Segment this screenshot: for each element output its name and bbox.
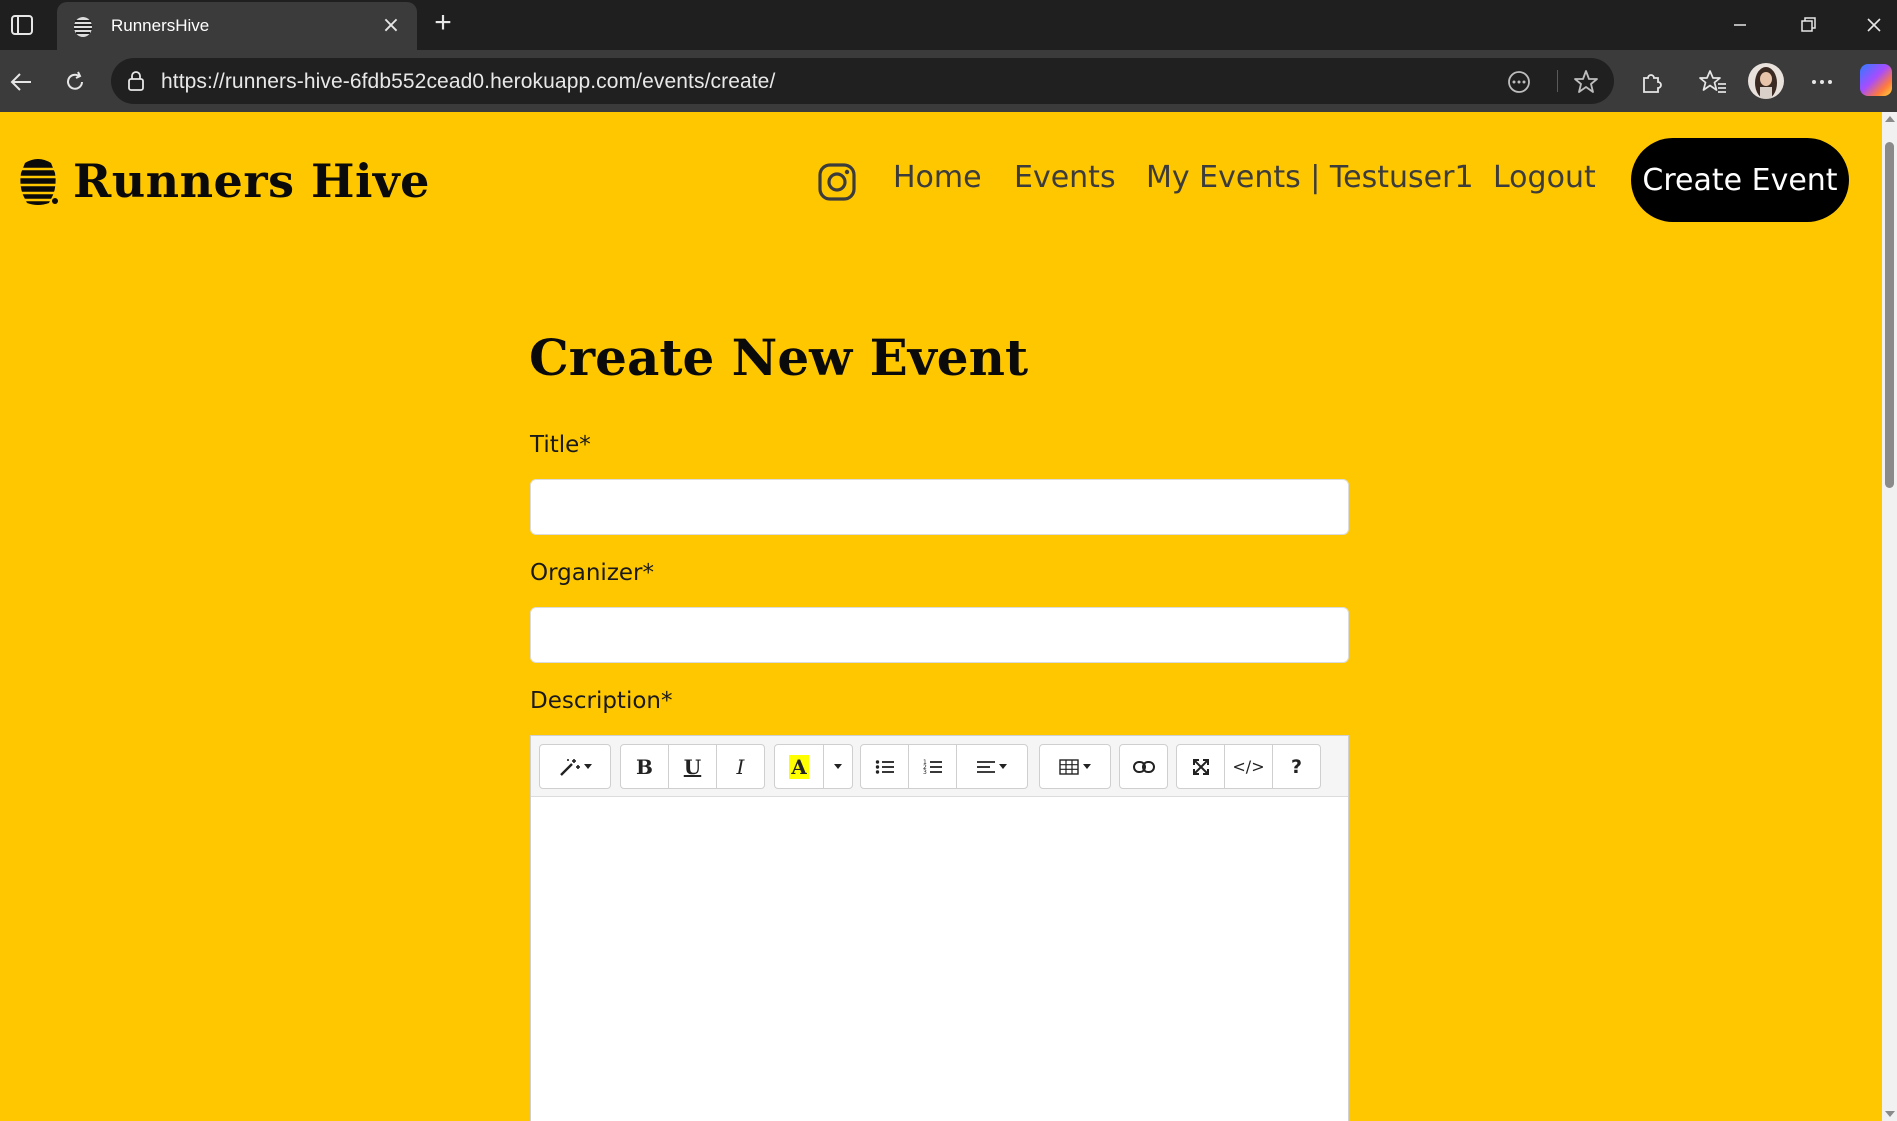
title-input[interactable] — [530, 479, 1349, 535]
scroll-down-arrow-icon[interactable] — [1885, 1111, 1895, 1117]
new-tab-button[interactable]: + — [428, 8, 458, 38]
fullscreen-button[interactable] — [1176, 744, 1225, 789]
site-info-icon[interactable] — [125, 70, 147, 92]
tab-title: RunnersHive — [111, 16, 210, 35]
bold-button[interactable]: B — [620, 744, 669, 789]
copilot-icon[interactable] — [1860, 64, 1892, 96]
page-content: Runners Hive Home Events My Events | Tes… — [0, 112, 1882, 1121]
color-a-icon: A — [789, 754, 809, 779]
nav-events-link[interactable]: Events — [1014, 160, 1116, 195]
more-options-icon[interactable] — [1806, 66, 1838, 98]
table-button-group — [1039, 744, 1111, 789]
numbered-list-icon: 123 — [923, 759, 942, 775]
extensions-icon[interactable] — [1636, 66, 1668, 98]
organizer-input[interactable] — [530, 607, 1349, 663]
description-rich-text-editor: B U I A 123 </> ? — [530, 735, 1349, 1121]
instagram-icon[interactable] — [817, 162, 857, 202]
svg-text:3: 3 — [923, 769, 927, 775]
reload-icon[interactable] — [58, 65, 92, 99]
minimize-icon[interactable] — [1718, 8, 1762, 42]
style-magic-wand-button[interactable] — [539, 744, 611, 789]
code-view-button[interactable]: </> — [1224, 744, 1273, 789]
create-event-button[interactable]: Create Event — [1631, 138, 1849, 222]
link-button-group — [1119, 744, 1168, 789]
brand-logo[interactable]: Runners Hive — [15, 154, 430, 208]
nav-my-events-link[interactable]: My Events | Testuser1 — [1146, 160, 1474, 195]
align-left-icon — [977, 760, 995, 773]
hive-logo-icon — [18, 159, 58, 205]
window-close-icon[interactable] — [1852, 8, 1896, 42]
underline-button[interactable]: U — [668, 744, 717, 789]
restore-icon[interactable] — [1786, 8, 1830, 42]
scroll-up-arrow-icon[interactable] — [1885, 116, 1895, 122]
insert-link-button[interactable] — [1119, 744, 1168, 789]
table-icon — [1059, 758, 1079, 775]
fullscreen-icon — [1192, 758, 1209, 775]
bullet-list-icon — [875, 759, 894, 774]
url-text[interactable]: https://runners-hive-6fdb552cead0.heroku… — [161, 70, 775, 94]
title-label: Title* — [530, 432, 591, 458]
font-style-button-group: B U I — [620, 744, 765, 789]
link-icon — [1132, 760, 1155, 773]
insert-table-button[interactable] — [1039, 744, 1111, 789]
favorite-star-icon[interactable] — [1572, 68, 1600, 96]
browser-tab-bar: RunnersHive × + — [0, 0, 1897, 50]
unordered-list-button[interactable] — [860, 744, 909, 789]
description-editor-area[interactable] — [531, 797, 1348, 1121]
address-bar[interactable]: https://runners-hive-6fdb552cead0.heroku… — [111, 58, 1614, 104]
magic-wand-icon — [560, 758, 580, 776]
color-button-group: A — [774, 744, 853, 789]
organizer-label: Organizer* — [530, 560, 654, 586]
hive-favicon-icon — [74, 17, 92, 37]
browser-toolbar: https://runners-hive-6fdb552cead0.heroku… — [0, 50, 1897, 112]
page-title: Create New Event — [529, 328, 1029, 387]
tab-actions-icon[interactable] — [6, 9, 38, 41]
scroll-thumb[interactable] — [1885, 142, 1894, 488]
url-separator — [1557, 70, 1558, 92]
editor-toolbar: B U I A 123 </> ? — [531, 736, 1348, 797]
view-button-group: </> ? — [1176, 744, 1321, 789]
italic-button[interactable]: I — [716, 744, 765, 789]
tab-close-icon[interactable]: × — [379, 14, 403, 38]
browser-tab-active[interactable]: RunnersHive × — [57, 2, 417, 50]
paragraph-align-button[interactable] — [956, 744, 1028, 789]
color-dropdown-button[interactable] — [823, 744, 853, 789]
paragraph-button-group: 123 — [860, 744, 1028, 789]
favorites-icon[interactable] — [1697, 66, 1729, 98]
brand-name: Runners Hive — [73, 154, 430, 208]
nav-home-link[interactable]: Home — [893, 160, 982, 195]
read-aloud-icon[interactable] — [1505, 68, 1533, 96]
page-scrollbar[interactable] — [1882, 112, 1897, 1121]
help-button[interactable]: ? — [1272, 744, 1321, 789]
back-arrow-icon[interactable] — [4, 65, 38, 99]
description-label: Description* — [530, 688, 673, 714]
profile-avatar[interactable] — [1748, 63, 1784, 99]
ordered-list-button[interactable]: 123 — [908, 744, 957, 789]
nav-logout-link[interactable]: Logout — [1493, 160, 1596, 195]
text-color-button[interactable]: A — [774, 744, 824, 789]
style-button-group — [539, 744, 611, 789]
